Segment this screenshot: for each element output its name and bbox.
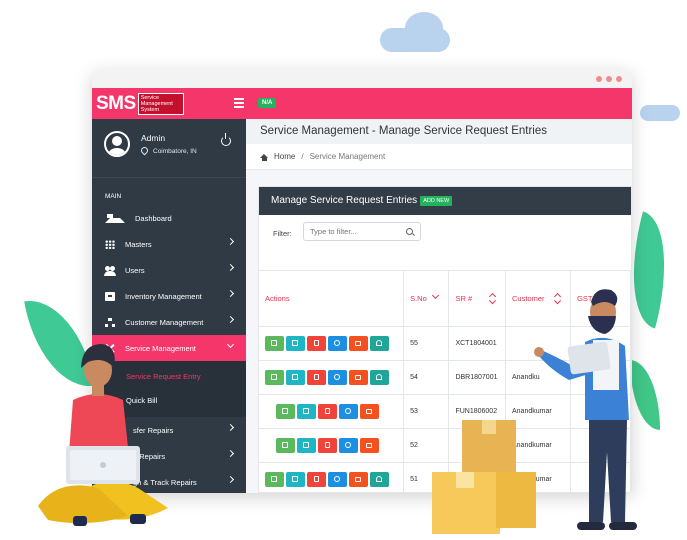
- chevron-right-icon: [226, 315, 235, 324]
- network-icon: [105, 317, 115, 327]
- home-icon: [260, 154, 268, 161]
- view-icon[interactable]: [339, 404, 358, 419]
- breadcrumb-current: Service Management: [309, 152, 386, 161]
- boxes-illustration: [432, 420, 536, 534]
- profile-name: Admin: [141, 133, 166, 143]
- home-icon: [105, 209, 125, 223]
- chevron-right-icon: [226, 423, 235, 432]
- view-icon[interactable]: [339, 438, 358, 453]
- chevron-right-icon: [226, 237, 235, 246]
- chevron-right-icon: [226, 263, 235, 272]
- view-icon[interactable]: [328, 370, 347, 385]
- mail-icon[interactable]: [360, 438, 379, 453]
- sidebar-item-inventory[interactable]: Inventory Management: [92, 283, 246, 309]
- status-badge: N/A: [258, 98, 277, 108]
- print-icon[interactable]: [265, 472, 284, 487]
- filter-input[interactable]: [303, 222, 421, 241]
- print-icon[interactable]: [276, 404, 295, 419]
- assign-user-icon[interactable]: [370, 336, 389, 351]
- sidebar-item-masters[interactable]: Masters: [92, 231, 246, 257]
- search-icon[interactable]: [406, 228, 413, 235]
- sidebar-section-label: MAIN: [105, 193, 122, 200]
- edit-icon[interactable]: [297, 404, 316, 419]
- edit-icon[interactable]: [286, 336, 305, 351]
- profile-location: Coimbatore, IN: [139, 145, 197, 156]
- card-title: Manage Service Request Entries: [271, 195, 418, 206]
- top-navbar: SMS Service Management System N/A: [92, 88, 632, 119]
- delete-icon[interactable]: [307, 336, 326, 351]
- users-icon: [104, 265, 116, 276]
- breadcrumb: Home / Service Management: [246, 144, 632, 170]
- row-actions: [259, 326, 405, 361]
- delete-icon[interactable]: [307, 472, 326, 487]
- filter-label: Filter:: [273, 229, 292, 238]
- chevron-right-icon: [226, 475, 235, 484]
- row-actions: [259, 462, 405, 493]
- view-icon[interactable]: [328, 336, 347, 351]
- filter-bar: Filter:: [259, 215, 631, 248]
- mail-icon[interactable]: [360, 404, 379, 419]
- chevron-right-icon: [226, 449, 235, 458]
- logo-text: SMS: [96, 93, 136, 114]
- avatar[interactable]: [104, 131, 130, 157]
- cell-sno: 54: [403, 360, 450, 395]
- standing-person-illustration: [534, 289, 637, 530]
- page-title: Service Management - Manage Service Requ…: [246, 119, 632, 144]
- user-profile: Admin Coimbatore, IN: [92, 119, 246, 178]
- assign-user-icon[interactable]: [370, 472, 389, 487]
- row-actions: [259, 428, 405, 463]
- edit-icon[interactable]: [297, 438, 316, 453]
- view-icon[interactable]: [328, 472, 347, 487]
- window-controls[interactable]: [596, 76, 622, 82]
- cell-sr: XCT1804001: [448, 326, 506, 361]
- cell-sno: 55: [403, 326, 450, 361]
- assign-user-icon[interactable]: [370, 370, 389, 385]
- add-new-button[interactable]: ADD NEW: [420, 196, 453, 206]
- sitting-person-illustration: [38, 344, 168, 526]
- window-titlebar: [92, 70, 632, 88]
- edit-icon[interactable]: [286, 472, 305, 487]
- sort-icon: [488, 292, 497, 301]
- column-header-sr[interactable]: SR #: [448, 270, 506, 327]
- breadcrumb-separator: /: [301, 152, 304, 161]
- breadcrumb-home[interactable]: Home: [274, 152, 295, 161]
- cell-sr: DBR1807001: [448, 360, 506, 395]
- cloud-decoration: [640, 105, 680, 121]
- mail-icon[interactable]: [349, 472, 368, 487]
- mail-icon[interactable]: [349, 336, 368, 351]
- column-header-sno[interactable]: S.No: [403, 270, 450, 327]
- print-icon[interactable]: [265, 336, 284, 351]
- print-icon[interactable]: [276, 438, 295, 453]
- location-pin-icon: [139, 145, 150, 156]
- cloud-decoration: [405, 12, 443, 44]
- sidebar-item-users[interactable]: Users: [92, 257, 246, 283]
- sidebar-item-customer[interactable]: Customer Management: [92, 309, 246, 335]
- edit-icon[interactable]: [286, 370, 305, 385]
- menu-toggle-icon[interactable]: [234, 98, 244, 110]
- delete-icon[interactable]: [318, 438, 337, 453]
- print-icon[interactable]: [265, 370, 284, 385]
- inventory-icon: [105, 291, 115, 301]
- delete-icon[interactable]: [307, 370, 326, 385]
- column-header-actions[interactable]: Actions: [259, 270, 405, 327]
- logo-subtitle: Service Management System: [137, 93, 184, 115]
- delete-icon[interactable]: [318, 404, 337, 419]
- power-icon[interactable]: [221, 133, 231, 146]
- grid-icon: [105, 239, 115, 249]
- card-header: Manage Service Request Entries ADD NEW: [259, 187, 631, 215]
- sidebar-item-dashboard[interactable]: Dashboard: [92, 205, 246, 231]
- row-actions: [259, 394, 405, 429]
- chevron-right-icon: [226, 289, 235, 298]
- chevron-down-icon: [226, 340, 235, 349]
- row-actions: [259, 360, 405, 395]
- app-logo[interactable]: SMS Service Management System: [96, 93, 184, 115]
- mail-icon[interactable]: [349, 370, 368, 385]
- sort-down-icon: [432, 291, 440, 300]
